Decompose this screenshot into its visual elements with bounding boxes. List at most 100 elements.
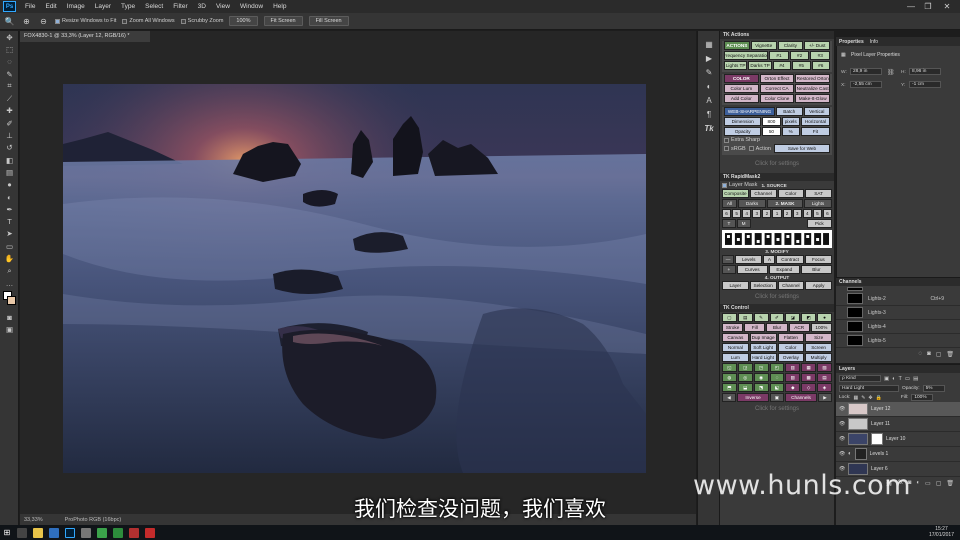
tk-tool-icon[interactable]: ◉ bbox=[753, 373, 769, 382]
tk-multiply-button[interactable]: Multiply bbox=[805, 353, 832, 362]
tk-restored-orton-button[interactable]: Restored Orton bbox=[795, 74, 831, 83]
tk-channels-icon[interactable]: ▣ bbox=[770, 393, 784, 402]
tk-tool-icon[interactable]: ⬕ bbox=[769, 383, 785, 392]
tk-inverse-button[interactable]: Inverse bbox=[737, 393, 769, 402]
tk-size-button[interactable]: Size bbox=[805, 333, 832, 342]
more-tools-icon[interactable]: … bbox=[0, 277, 19, 289]
tk-zone-button[interactable]: 4 bbox=[802, 209, 812, 218]
tk-layer-icon[interactable]: ▤ bbox=[737, 313, 753, 322]
tk-brush-white-icon[interactable]: ✐ bbox=[769, 313, 785, 322]
lock-paint-icon[interactable]: ✎ bbox=[861, 395, 865, 401]
tk-circle-icon[interactable]: ● bbox=[817, 313, 833, 322]
tk-frequency-separation-button[interactable]: Frequency Separation bbox=[724, 51, 769, 60]
quick-select-tool-icon[interactable]: ✎ bbox=[0, 68, 19, 80]
photo-canvas[interactable] bbox=[63, 84, 646, 473]
tk-horizontal-button[interactable]: Horizontal bbox=[800, 117, 830, 126]
tk-correct-ca-button[interactable]: Correct CA bbox=[759, 84, 795, 93]
tk-hard-light-button[interactable]: Hard Light bbox=[749, 353, 777, 362]
taskbar-app-icon[interactable] bbox=[17, 527, 27, 538]
tk-blur-button[interactable]: Blur bbox=[800, 265, 833, 274]
tk-lights-tp-button[interactable]: Lights TP bbox=[724, 61, 748, 70]
tk-add-color-button[interactable]: Add Color bbox=[724, 94, 759, 103]
tk-minus-button[interactable]: — bbox=[722, 255, 735, 264]
tk-zone-button[interactable]: 3 bbox=[752, 209, 762, 218]
close-button[interactable]: ✕ bbox=[940, 0, 954, 13]
tk-fit-button[interactable]: Fit bbox=[800, 127, 830, 136]
menu-view[interactable]: View bbox=[216, 3, 230, 10]
tk-arrow-left-icon[interactable]: ◀ bbox=[722, 393, 736, 402]
tk-darks-tp-button[interactable]: Darks TP bbox=[748, 61, 772, 70]
new-group-icon[interactable]: ▭ bbox=[925, 480, 931, 487]
tk-output-apply-button[interactable]: Apply bbox=[805, 281, 832, 290]
tk-soft-light-button[interactable]: Soft Light bbox=[749, 343, 777, 352]
tk-lum-button[interactable]: Lum bbox=[722, 353, 749, 362]
x-field[interactable]: -2,55 cm bbox=[850, 81, 882, 88]
tk-output-selection-button[interactable]: Selection bbox=[749, 281, 777, 290]
tk-zone-button[interactable]: 5 bbox=[732, 209, 742, 218]
tk-extra-sharp-checkbox[interactable]: Extra Sharp bbox=[724, 137, 760, 143]
tk-panel-icon[interactable]: Tk bbox=[698, 121, 720, 135]
type-tool-icon[interactable]: T bbox=[0, 215, 19, 227]
history-panel-icon[interactable]: ▦ bbox=[698, 37, 720, 51]
lasso-tool-icon[interactable]: ◌ bbox=[0, 56, 19, 68]
zoom-out-icon[interactable]: ⊖ bbox=[38, 16, 49, 27]
layer-row[interactable]: 👁 ◐ Levels 1 bbox=[836, 447, 960, 462]
tk-dup-image-button[interactable]: Dup Image bbox=[749, 333, 777, 342]
character-panel-icon[interactable]: A bbox=[698, 93, 720, 107]
new-channel-icon[interactable]: ▢ bbox=[936, 351, 942, 358]
tk-screen-button[interactable]: Screen bbox=[805, 343, 832, 352]
layer-row[interactable]: 👁 Layer 11 bbox=[836, 417, 960, 432]
tk-control-settings-link[interactable]: Click for settings bbox=[720, 402, 834, 416]
blur-tool-icon[interactable]: ● bbox=[0, 179, 19, 191]
lock-position-icon[interactable]: ✥ bbox=[868, 395, 872, 401]
tk-source-channel-button[interactable]: Channel bbox=[749, 189, 777, 198]
load-channel-icon[interactable]: ◌ bbox=[919, 351, 923, 358]
tk-t-button[interactable]: T bbox=[722, 219, 736, 228]
screen-mode-icon[interactable]: ▣ bbox=[0, 324, 19, 336]
brush-tool-icon[interactable]: ✐ bbox=[0, 117, 19, 129]
tab-info[interactable]: Info bbox=[870, 39, 878, 45]
tk-brush-icon[interactable]: ✎ bbox=[753, 313, 769, 322]
channel-row[interactable]: Lights-2 Ctrl+9 bbox=[836, 292, 960, 306]
tk-focus-button[interactable]: Focus bbox=[804, 255, 833, 264]
tk-stroke-button[interactable]: Stroke bbox=[722, 323, 744, 332]
zoom-tool-icon[interactable]: ⌕ bbox=[0, 265, 19, 277]
tk-clarity-button[interactable]: Clarity bbox=[777, 41, 804, 50]
fill-field[interactable]: 100% bbox=[911, 394, 934, 401]
tk-100-percent-button[interactable]: 100% bbox=[810, 323, 833, 332]
menu-help[interactable]: Help bbox=[273, 3, 286, 10]
menu-3d[interactable]: 3D bbox=[198, 3, 206, 10]
tk-zone-button[interactable]: 1 bbox=[772, 209, 782, 218]
menu-filter[interactable]: Filter bbox=[173, 3, 187, 10]
tk-tool-icon[interactable]: ▦ bbox=[801, 363, 817, 372]
tk-tool-icon[interactable]: ◎ bbox=[737, 373, 753, 382]
tk-tool-icon[interactable]: ◳ bbox=[753, 363, 769, 372]
tk-srgb-checkbox[interactable]: sRGB bbox=[724, 146, 746, 152]
tk-save-for-web-button[interactable]: Save for Web bbox=[773, 144, 830, 153]
tk-make-it-glow-button[interactable]: Make-It-Glow bbox=[795, 94, 831, 103]
filter-smart-icon[interactable]: ▤ bbox=[913, 376, 918, 382]
tk-action-checkbox[interactable]: Action bbox=[748, 146, 771, 152]
stamp-tool-icon[interactable]: ⊥ bbox=[0, 129, 19, 141]
tk-tool-icon[interactable]: ◍ bbox=[722, 373, 737, 382]
tk-vignette-button[interactable]: Vignette bbox=[750, 41, 777, 50]
start-button-icon[interactable]: ⊞ bbox=[0, 525, 14, 540]
tk-blur-control-button[interactable]: Blur bbox=[766, 323, 788, 332]
tk-levels-button[interactable]: Levels bbox=[735, 255, 763, 264]
filter-pixel-icon[interactable]: ▣ bbox=[884, 376, 889, 382]
tk-mask-all-button[interactable]: All bbox=[722, 199, 738, 208]
tk-gradient-2-icon[interactable]: ◩ bbox=[801, 313, 817, 322]
tk-channels-button[interactable]: Channels bbox=[785, 393, 817, 402]
taskbar-folder-icon[interactable] bbox=[33, 527, 43, 538]
lock-pixels-icon[interactable]: ▦ bbox=[853, 395, 858, 401]
crop-tool-icon[interactable]: ⌗ bbox=[0, 80, 19, 92]
tk-color-blend-button[interactable]: Color bbox=[777, 343, 805, 352]
tk-tool-icon[interactable]: ▧ bbox=[817, 363, 833, 372]
tk-output-channel-button[interactable]: Channel bbox=[777, 281, 805, 290]
tk-gradient-icon[interactable]: ◪ bbox=[785, 313, 801, 322]
path-select-tool-icon[interactable]: ➤ bbox=[0, 228, 19, 240]
taskbar-app-icon[interactable] bbox=[49, 527, 59, 538]
tk-source-sat-button[interactable]: SAT bbox=[805, 189, 832, 198]
tk-tool-icon[interactable]: ◆ bbox=[785, 383, 801, 392]
tk-zone-button[interactable]: 2 bbox=[782, 209, 792, 218]
